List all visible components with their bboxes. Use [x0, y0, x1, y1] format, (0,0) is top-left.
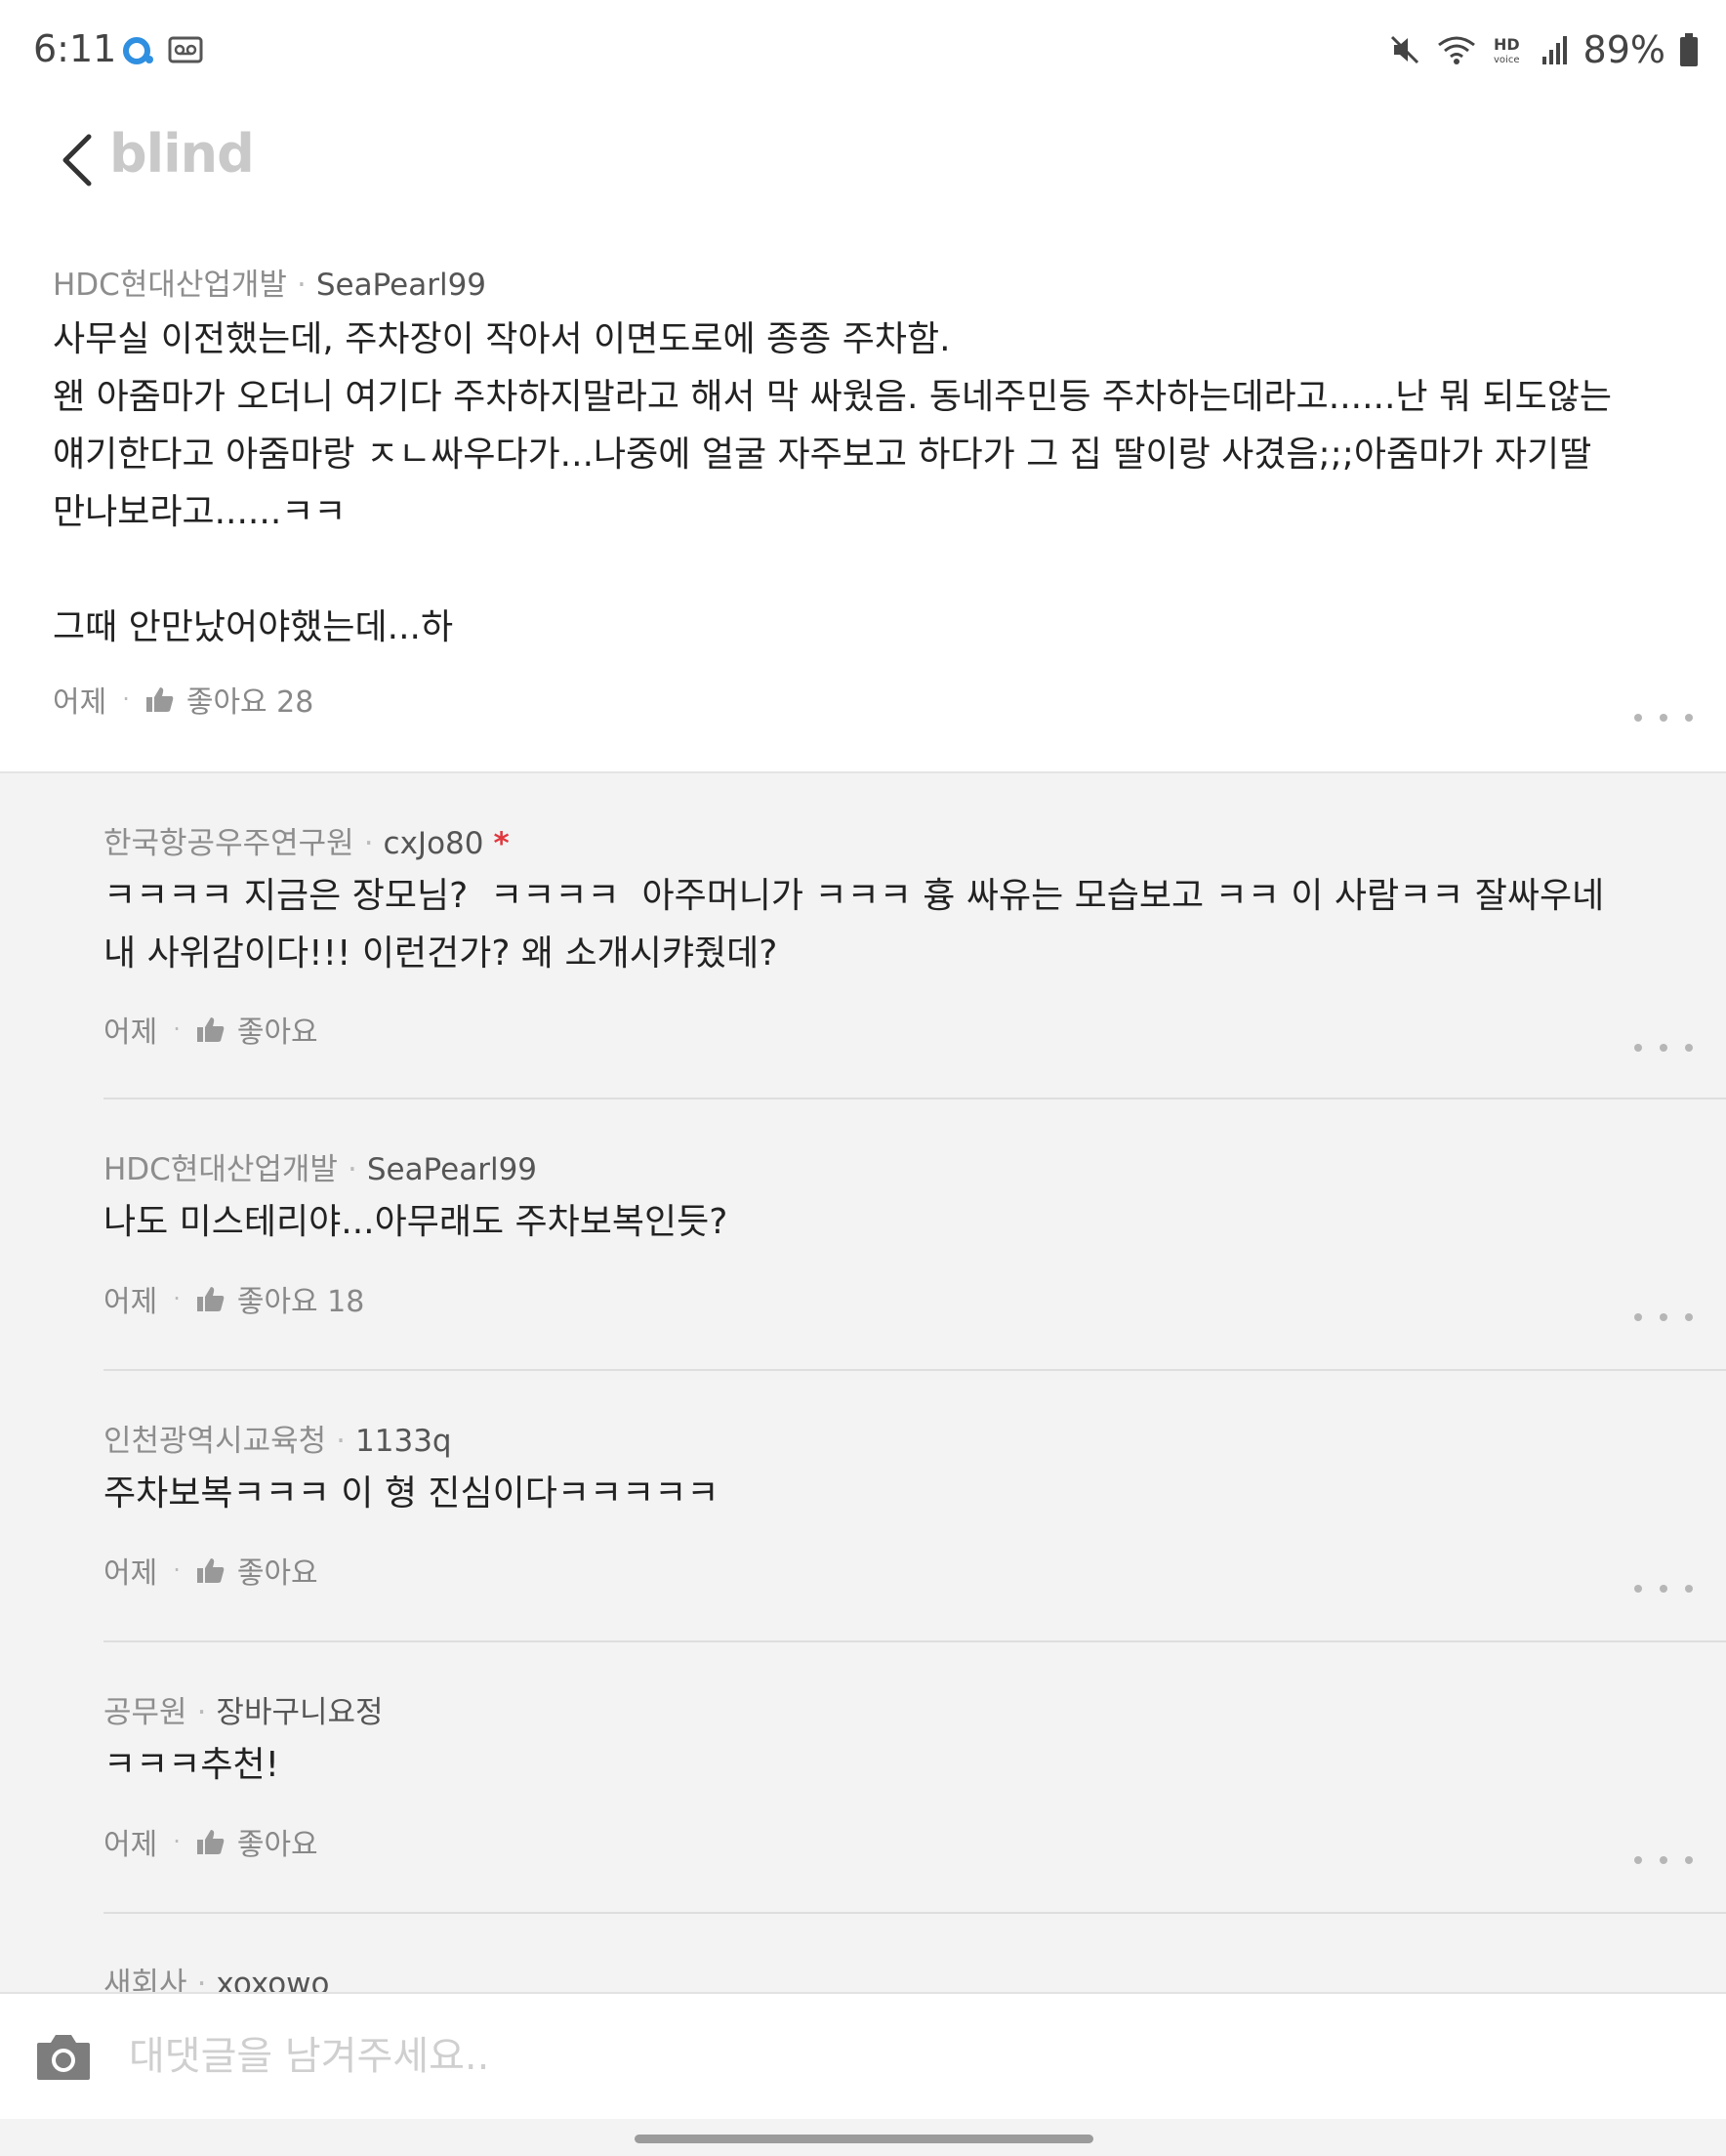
dot-icon — [1634, 1044, 1642, 1052]
wifi-icon — [1437, 36, 1475, 64]
brand-logo: blind — [109, 123, 255, 185]
comment-actions: 어제 · 좋아요 28 — [53, 678, 313, 721]
camera-icon[interactable] — [35, 2031, 92, 2082]
like-button[interactable]: 좋아요 — [196, 1820, 318, 1863]
svg-text:HD: HD — [1494, 35, 1520, 54]
home-indicator[interactable] — [635, 2135, 1093, 2143]
more-options-button[interactable] — [1634, 1303, 1693, 1332]
reply-time: 어제 — [103, 1016, 158, 1050]
more-options-button[interactable] — [1634, 1033, 1693, 1062]
svg-text:voice: voice — [1494, 55, 1519, 65]
dot-icon — [1634, 714, 1642, 722]
company-name: 새회사 — [103, 1967, 187, 1994]
dot-icon — [1660, 1313, 1667, 1321]
reply-time: 어제 — [103, 1556, 158, 1591]
reply-item: 새회사 · xoxowo — [0, 1914, 1726, 1994]
thumbs-up-icon — [196, 1017, 225, 1042]
dot-icon — [1660, 1585, 1667, 1593]
company-name: HDC현대산업개발 — [103, 1152, 338, 1187]
reply-item: 공무원 · 장바구니요정 ㅋㅋㅋ추천! 어제 · 좋아요 — [0, 1642, 1726, 1914]
nickname[interactable]: SeaPearl99 — [367, 1152, 537, 1187]
dot-icon — [1634, 1856, 1642, 1864]
comment-input[interactable] — [129, 2025, 1652, 2088]
reply-item: 한국항공우주연구원 · cxJo80 * ㅋㅋㅋㅋ 지금은 장모님? ㅋㅋㅋㅋ 아주머… — [0, 773, 1726, 1052]
author-flag: * — [493, 826, 510, 861]
app-header: blind — [0, 107, 1726, 234]
reply-item: HDC현대산업개발 · SeaPearl99 나도 미스테리야...아무래도 주차보… — [0, 1099, 1726, 1371]
signal-icon — [1541, 36, 1567, 64]
reply-meta: 인천광역시교육청 · 1133q — [103, 1424, 452, 1459]
more-options-button[interactable] — [1634, 703, 1693, 732]
thumbs-up-icon — [196, 1830, 225, 1854]
company-name: HDC현대산업개발 — [53, 268, 287, 303]
dot-icon — [1660, 1044, 1667, 1052]
like-label: 좋아요 18 — [236, 1285, 365, 1319]
dot-icon — [1634, 1585, 1642, 1593]
reply-actions: 어제 · 좋아요 18 — [103, 1277, 364, 1320]
main-comment: HDC현대산업개발 · SeaPearl99 사무실 이전했는데, 주차장이 작아서… — [0, 234, 1726, 771]
status-indicators: HD voice 89% — [1388, 25, 1699, 74]
hd-voice-icon: HD voice — [1494, 35, 1520, 65]
nickname[interactable]: cxJo80 — [384, 826, 484, 861]
reply-meta: 한국항공우주연구원 · cxJo80 * — [103, 826, 510, 861]
like-button[interactable]: 좋아요 28 — [145, 678, 314, 721]
dot-icon — [1685, 1856, 1693, 1864]
dot-icon — [1685, 1044, 1693, 1052]
reply-meta: 공무원 · 장바구니요정 — [103, 1695, 384, 1730]
more-options-button[interactable] — [1634, 1845, 1693, 1875]
reply-meta: HDC현대산업개발 · SeaPearl99 — [103, 1152, 538, 1187]
like-button[interactable]: 좋아요 18 — [196, 1277, 365, 1320]
reply-body: ㅋㅋㅋㅋ 지금은 장모님? ㅋㅋㅋㅋ 아주머니가 ㅋㅋㅋ 흉 싸유는 모습보고 … — [103, 876, 1605, 974]
like-label: 좋아요 — [236, 1556, 318, 1591]
thumbs-up-icon — [145, 687, 174, 712]
battery-percentage: 89% — [1582, 28, 1665, 71]
mute-icon — [1390, 35, 1418, 64]
dot-icon — [1685, 714, 1693, 722]
reply-item: 인천광역시교육청 · 1133q 주차보복ㅋㅋㅋ 이 형 진심이다ㅋㅋㅋㅋㅋ 어제 … — [0, 1371, 1726, 1642]
more-options-button[interactable] — [1634, 1574, 1693, 1603]
nickname[interactable]: 장바구니요정 — [216, 1695, 383, 1730]
like-label: 좋아요 — [236, 1016, 318, 1050]
comment-meta: HDC현대산업개발 · SeaPearl99 — [53, 268, 487, 303]
system-nav-bar — [0, 2119, 1726, 2156]
dot-icon — [1685, 1585, 1693, 1593]
voicemail-icon — [168, 36, 203, 63]
comment-body: 사무실 이전했는데, 주차장이 작아서 이면도로에 종종 주차함. 왠 아줌마가… — [53, 319, 1613, 647]
reply-list: 한국항공우주연구원 · cxJo80 * ㅋㅋㅋㅋ 지금은 장모님? ㅋㅋㅋㅋ 아주머… — [0, 771, 1726, 1994]
like-button[interactable]: 좋아요 — [196, 1549, 318, 1592]
reply-meta: 새회사 · xoxowo — [103, 1959, 330, 1994]
reply-body: 주차보복ㅋㅋㅋ 이 형 진심이다ㅋㅋㅋㅋㅋ — [103, 1473, 719, 1513]
like-label: 좋아요 28 — [185, 685, 314, 720]
thumbs-up-icon — [196, 1558, 225, 1583]
nickname[interactable]: 1133q — [355, 1424, 452, 1459]
dot-icon — [1685, 1313, 1693, 1321]
like-label: 좋아요 — [236, 1828, 318, 1862]
reply-time: 어제 — [103, 1828, 158, 1862]
nickname[interactable]: xoxowo — [216, 1967, 329, 1994]
chevron-left-icon — [62, 134, 92, 187]
company-name: 공무원 — [103, 1695, 187, 1730]
reply-actions: 어제 · 좋아요 — [103, 1549, 318, 1592]
dot-icon — [1634, 1313, 1642, 1321]
dot-icon — [1660, 714, 1667, 722]
like-button[interactable]: 좋아요 — [196, 1008, 318, 1051]
reply-actions: 어제 · 좋아요 — [103, 1008, 318, 1051]
app-notification-icon — [123, 37, 153, 64]
thumbs-up-icon — [196, 1287, 225, 1311]
reply-time: 어제 — [103, 1285, 158, 1319]
reply-body: 나도 미스테리야...아무래도 주차보복인듯? — [103, 1202, 728, 1242]
reply-body: ㅋㅋㅋ추천! — [103, 1745, 280, 1785]
company-name: 인천광역시교육청 — [103, 1424, 327, 1459]
status-time: 6:11 — [33, 27, 117, 70]
status-bar: 6:11 HD voice 89% — [0, 0, 1726, 107]
nickname[interactable]: SeaPearl99 — [316, 268, 486, 303]
reply-actions: 어제 · 좋아요 — [103, 1820, 318, 1863]
comment-time: 어제 — [53, 685, 107, 720]
back-button[interactable] — [51, 121, 103, 199]
company-name: 한국항공우주연구원 — [103, 826, 354, 861]
battery-icon — [1680, 33, 1698, 66]
dot-icon — [1660, 1856, 1667, 1864]
comment-input-bar — [0, 1992, 1726, 2119]
